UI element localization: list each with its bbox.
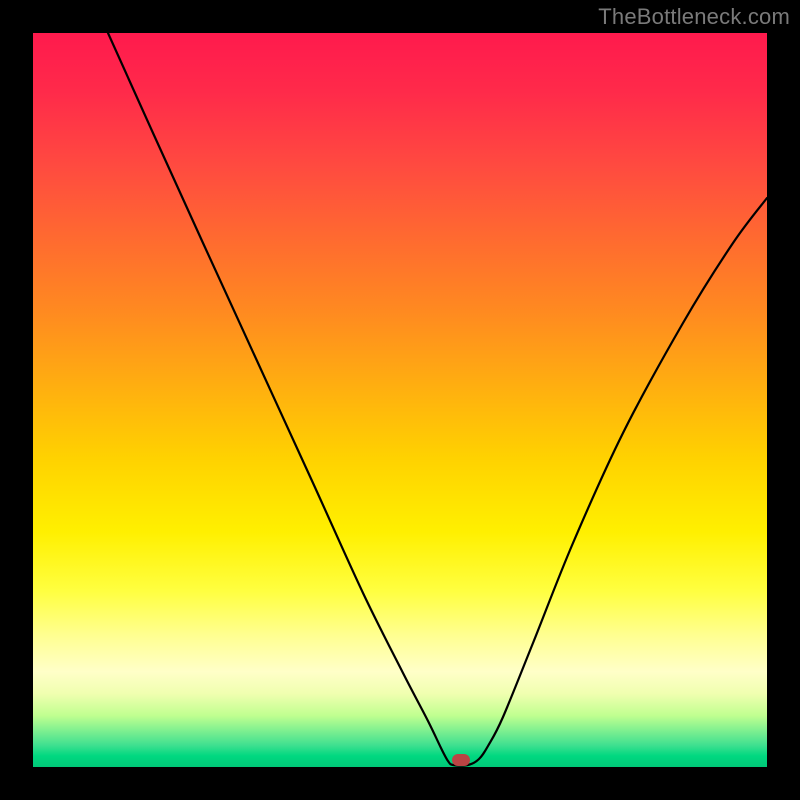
optimal-point-marker	[452, 754, 470, 766]
attribution-text: TheBottleneck.com	[598, 4, 790, 30]
chart-gradient-background	[33, 33, 767, 767]
chart-area	[33, 33, 767, 767]
